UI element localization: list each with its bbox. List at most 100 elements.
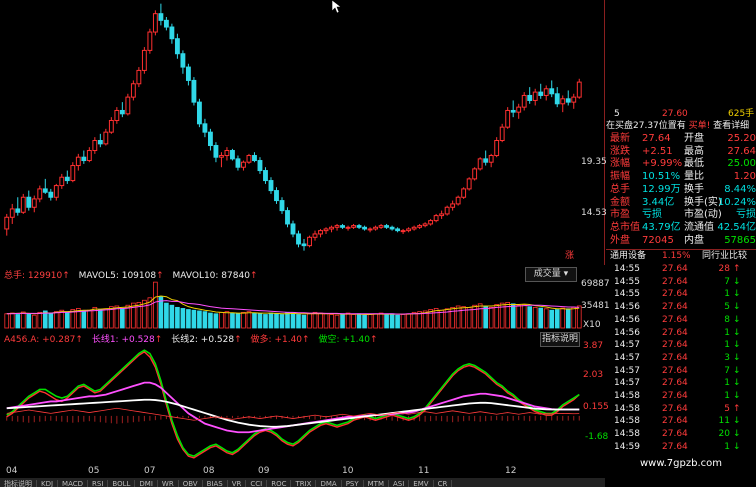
tick-price: 27.64 bbox=[662, 352, 688, 363]
candle-body bbox=[483, 158, 489, 163]
indicator-tab[interactable]: CR bbox=[434, 480, 453, 487]
field-value: 12.99万 bbox=[642, 183, 681, 195]
candle-body bbox=[163, 19, 169, 28]
indicator-chart[interactable] bbox=[0, 345, 605, 465]
volume-bar bbox=[334, 314, 340, 329]
candle-body bbox=[477, 158, 483, 170]
tick-volume: 7 bbox=[724, 276, 730, 287]
tick-volume: 28 bbox=[718, 264, 730, 274]
candle-body bbox=[329, 226, 334, 230]
volume-bar bbox=[373, 313, 378, 329]
volume-bar bbox=[37, 311, 43, 329]
indicator-tab[interactable]: MACD bbox=[58, 480, 89, 487]
volume-bar bbox=[389, 313, 395, 329]
indicator-tab[interactable]: DMA bbox=[316, 480, 342, 487]
candle-body bbox=[345, 226, 351, 229]
candle-body bbox=[340, 225, 345, 228]
candle-body bbox=[130, 83, 136, 98]
candle-body bbox=[158, 13, 164, 21]
quote-field-row: 市盈 亏损 市盈(动) 亏损 bbox=[606, 209, 756, 221]
tick-price: 27.64 bbox=[662, 340, 688, 351]
quote-field-row: 涨跌 +2.51 最高 27.64 bbox=[606, 146, 756, 158]
up-arrow-icon: ↑ bbox=[302, 335, 310, 345]
time-axis-label: 11 bbox=[418, 466, 430, 476]
candle-body bbox=[356, 225, 362, 228]
field-label: 外盘 bbox=[610, 234, 630, 246]
volume-bar bbox=[367, 314, 373, 329]
candle-body bbox=[367, 228, 373, 231]
time-axis: 04 05 07 08 09 10 11 12 bbox=[0, 466, 605, 476]
volume-bar bbox=[455, 305, 461, 329]
view-detail-link[interactable]: 查看详细 bbox=[713, 121, 749, 131]
candle-body bbox=[103, 131, 109, 145]
tick-time: 14:57 bbox=[614, 378, 640, 389]
price-panel[interactable]: 19.35 14.53 涨 bbox=[0, 0, 607, 265]
volume-bar bbox=[362, 314, 367, 329]
field-value: 72045 bbox=[642, 234, 674, 246]
indicator-tab[interactable]: OBV bbox=[179, 480, 203, 487]
tick-row: 14:55 27.64 7 ↓ bbox=[606, 276, 756, 289]
volume-bar bbox=[301, 314, 307, 329]
tick-time: 14:59 bbox=[614, 441, 640, 452]
indicator-tab[interactable]: BIAS bbox=[203, 480, 228, 487]
candle-body bbox=[290, 223, 296, 235]
candle-body bbox=[516, 106, 522, 113]
candle-body bbox=[180, 53, 186, 68]
buy-order-link[interactable]: 买单! bbox=[689, 121, 711, 131]
tick-volume: 1 bbox=[724, 340, 730, 351]
candle-body bbox=[86, 150, 92, 162]
indicator-tab[interactable]: KDJ bbox=[37, 480, 59, 487]
candle-body bbox=[208, 131, 213, 147]
indicator-tab[interactable]: 指标说明 bbox=[0, 480, 37, 487]
up-arrow-icon: ↑ bbox=[154, 335, 163, 345]
indicator-tab[interactable]: EMV bbox=[409, 480, 434, 487]
volume-bar bbox=[252, 312, 257, 329]
down-arrow-icon: ↓ bbox=[733, 276, 741, 287]
indicator-tab[interactable]: MTM bbox=[364, 480, 389, 487]
candle-body bbox=[554, 93, 560, 105]
volume-bar bbox=[180, 308, 186, 329]
indicator-tab[interactable]: ASI bbox=[389, 480, 410, 487]
field-label: 金额 bbox=[610, 196, 630, 208]
volume-bar bbox=[329, 314, 334, 329]
indicator-tab[interactable]: WR bbox=[158, 480, 179, 487]
indicator-tab[interactable]: PSY bbox=[342, 480, 364, 487]
indicator-tab[interactable]: BOLL bbox=[108, 480, 136, 487]
tick-row: 14:57 27.64 7 ↓ bbox=[606, 365, 756, 378]
volume-bar bbox=[103, 308, 109, 329]
tick-price: 27.64 bbox=[662, 416, 688, 427]
indicator-tab[interactable]: VR bbox=[228, 480, 247, 487]
tick-time: 14:55 bbox=[614, 289, 640, 300]
field-label: 涨跌 bbox=[610, 145, 630, 157]
industry-compare-button[interactable]: 同行业比较 bbox=[702, 250, 747, 262]
candle-body bbox=[4, 216, 10, 230]
volume-bar bbox=[488, 306, 494, 329]
candle-body bbox=[334, 225, 340, 228]
tick-time: 14:57 bbox=[614, 365, 640, 376]
tick-volume: 1 bbox=[724, 289, 730, 300]
volume-bar bbox=[345, 312, 351, 329]
candlestick-chart[interactable] bbox=[0, 0, 605, 265]
candle-body bbox=[532, 91, 538, 101]
candle-body bbox=[444, 206, 450, 215]
volume-bar bbox=[81, 310, 87, 329]
bid-hint-row: 在买盘27.37位置有 买单! 查看详细 bbox=[606, 121, 750, 131]
indicator-tab[interactable]: RSI bbox=[88, 480, 109, 487]
indicator-tab[interactable]: DMI bbox=[135, 480, 158, 487]
tick-volume: 5 bbox=[724, 403, 730, 414]
tick-volume: 3 bbox=[724, 352, 730, 363]
candle-body bbox=[296, 233, 301, 245]
tick-price: 27.64 bbox=[662, 327, 688, 338]
indicator-tab[interactable]: ROC bbox=[267, 480, 292, 487]
volume-bar bbox=[175, 306, 180, 329]
volume-chart[interactable] bbox=[0, 280, 605, 330]
volume-bar bbox=[197, 310, 202, 329]
tick-volume: 1 bbox=[724, 441, 730, 452]
indicator-tab[interactable]: TRIX bbox=[291, 480, 317, 487]
indicator-tab[interactable]: CCI bbox=[246, 480, 268, 487]
candle-body bbox=[373, 226, 378, 230]
down-arrow-icon: ↓ bbox=[733, 314, 741, 325]
volume-bar bbox=[268, 312, 274, 329]
volume-bar bbox=[120, 308, 125, 329]
tick-volume: 20 bbox=[718, 429, 730, 440]
